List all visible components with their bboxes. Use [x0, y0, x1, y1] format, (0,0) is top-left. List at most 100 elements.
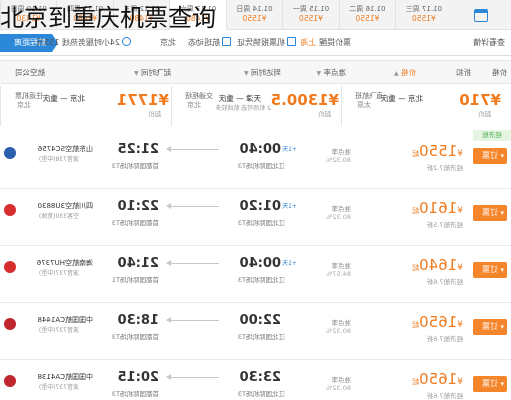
price-suffix: 起	[412, 378, 420, 386]
arrive-time: 23:30	[239, 370, 281, 385]
col-price[interactable]: 价格 ▲	[394, 67, 416, 80]
rec-tag2: 北京	[17, 101, 31, 109]
rec-panel[interactable]: 直飞航班 太原 北京 — 重庆 ¥710 起价	[341, 86, 511, 126]
book-button[interactable]: 订票	[473, 376, 507, 392]
date-cell[interactable]: 01.15 周一 ¥1550	[282, 0, 339, 30]
punctuality-value: 80.32%	[326, 384, 351, 392]
airline-name: 山东航空SC4756	[37, 145, 93, 153]
receipt-link[interactable]: 机票报销凭证	[237, 37, 296, 49]
hotline-label: 24小时服务热线 155元	[36, 38, 120, 47]
col-airline[interactable]: 航空公司	[15, 67, 45, 79]
rec-panel[interactable]: 往返机票 北京 北京 — 重庆 ¥1771 起价	[0, 86, 171, 126]
depart-time: 21:40	[117, 256, 159, 271]
rec-panel[interactable]: 交通枢纽 北京 天津 — 重庆 2 机场可选 航线较多 ¥1300.5 起价	[171, 86, 341, 126]
col-arrive[interactable]: 到达时间 ▼	[244, 67, 281, 80]
details-label: 查看详情	[473, 38, 505, 47]
date-cell[interactable]: 01.14 周日 ¥1550	[225, 0, 283, 30]
details-link[interactable]: 查看详情	[473, 37, 505, 49]
book-button[interactable]: 订票	[473, 319, 507, 335]
rec-price-label: 起价	[478, 110, 491, 118]
flight-price-value: 1550	[419, 142, 458, 160]
route-arrow-icon	[167, 320, 219, 321]
flight-row[interactable]: 中国国航CA4138 波音737(中型) 20:15 首都国际机场T3 23:30 江北国…	[0, 360, 511, 400]
fare-note: 经济舱7.2折	[426, 164, 463, 172]
date-price: ¥1550	[411, 14, 436, 23]
airline-logo-icon	[4, 147, 16, 159]
toolbar: 航程距离 24小时服务热线 155元 北京 航班动态 机票报销凭证 票价提醒 上…	[0, 32, 511, 56]
calendar-icon[interactable]	[452, 0, 511, 30]
route-arrow-icon	[167, 377, 219, 378]
route-arrow-icon	[167, 206, 219, 207]
date-price: ¥1550	[242, 14, 267, 23]
flight-price-value: 1650	[419, 370, 458, 388]
punctuality-label: 准点率	[331, 319, 352, 327]
book-button[interactable]: 订票	[473, 205, 507, 221]
flight-price: ¥1650起	[412, 370, 463, 391]
date-price: ¥1550	[355, 14, 380, 23]
flight-row[interactable]: 四川航空3U8830 空客330(宽体) 22:10 首都国际机场T3 01:20 江北国…	[0, 189, 511, 246]
flight-price-value: 1610	[419, 199, 458, 217]
flight-price-value: 1650	[419, 313, 458, 331]
punctuality-label: 准点率	[331, 376, 352, 384]
price-alert-label: 票价提醒	[319, 38, 351, 47]
flight-price: ¥1650起	[412, 313, 463, 334]
fare-note: 经济舱7.5折	[426, 221, 463, 229]
sort-icon: ▼	[133, 70, 139, 77]
col-depart-label: 起飞时间	[141, 68, 171, 77]
airline-logo-icon	[4, 261, 16, 273]
yen-sign: ¥	[457, 377, 463, 387]
next-day-badge: +1天	[282, 146, 297, 153]
route-arrow-icon	[167, 263, 219, 264]
aircraft-type: 波音737(中型)	[38, 384, 79, 391]
rec-tag: 交通枢纽	[185, 92, 213, 100]
fare-note: 经济舱7.6折	[426, 335, 463, 343]
price-alert-accent: 上海	[300, 38, 317, 47]
recommendations: 直飞航班 太原 北京 — 重庆 ¥710 起价 交通枢纽 北京 天津 — 重庆 …	[0, 86, 511, 126]
punctuality-value: 80.32%	[326, 213, 351, 221]
flight-status-link[interactable]: 航班动态	[188, 37, 231, 49]
city-link[interactable]: 北京	[160, 37, 176, 49]
depart-time: 20:15	[117, 370, 159, 385]
airline-name: 中国国航CA1448	[37, 316, 94, 324]
price-alert-link[interactable]: 票价提醒 上海	[300, 37, 351, 49]
col-sort[interactable]: 价格	[492, 67, 507, 79]
arrive-airport: 江北国际机场T3	[237, 333, 285, 341]
book-button[interactable]: 订票	[473, 148, 507, 164]
yen-sign: ¥	[457, 149, 463, 159]
col-depart[interactable]: 起飞时间 ▼	[134, 67, 171, 80]
depart-airport: 首都国际机场T1	[111, 276, 159, 284]
date-cell[interactable]: 01.17 周三 ¥1550	[395, 0, 452, 30]
date-label: 01.17 周三	[405, 5, 442, 13]
flight-status-label: 航班动态	[188, 38, 220, 47]
hotline-link[interactable]: 24小时服务热线 155元	[36, 37, 131, 49]
aircraft-type: 空客330(宽体)	[38, 213, 79, 220]
flight-row[interactable]: 山东航空SC4756 波音738(中型) 21:25 首都国际机场T3 00:40 江北国…	[0, 132, 511, 189]
date-label: 01.16 周二	[349, 5, 386, 13]
phone-icon	[122, 37, 131, 46]
flight-row[interactable]: 中国国航CA1448 波音737(中型) 18:30 首都国际机场T3 22:00 江北国…	[0, 303, 511, 360]
rec-price-label: 起价	[318, 110, 331, 118]
book-button[interactable]: 订票	[473, 262, 507, 278]
depart-time: 21:25	[117, 142, 159, 157]
col-discount[interactable]: 折扣	[456, 67, 471, 79]
arrive-airport: 江北国际机场T3	[237, 219, 285, 227]
col-punctuality-2[interactable]: 准点率 ▼	[316, 67, 346, 80]
page-title: 北京到重庆机票查询	[0, 4, 216, 32]
airline-logo-icon	[4, 318, 16, 330]
airline-name: 中国国航CA4138	[37, 373, 94, 381]
punctuality-label: 准点率	[331, 262, 352, 270]
price-suffix: 起	[412, 207, 420, 215]
flight-list: 山东航空SC4756 波音738(中型) 21:25 首都国际机场T3 00:40 江北国…	[0, 132, 511, 400]
date-cell[interactable]: 01.16 周二 ¥1550	[338, 0, 396, 30]
aircraft-type: 波音738(中型)	[38, 156, 79, 163]
arrive-time: 22:00	[239, 313, 281, 328]
flight-price: ¥1640起	[412, 256, 463, 277]
rec-route: 北京 — 重庆	[380, 94, 423, 103]
flight-row[interactable]: 海南航空HU7376 波音737(中型) 21:40 首都国际机场T1 00:40 江北国…	[0, 246, 511, 303]
aircraft-type: 波音737(中型)	[38, 327, 79, 334]
punctuality-label: 准点率	[331, 205, 352, 213]
next-day-badge: +1天	[282, 260, 297, 267]
date-price: ¥1550	[299, 14, 323, 23]
rec-price-label: 起价	[148, 110, 161, 118]
flight-search-page: 01.17 周三 ¥1550 01.16 周二 ¥1550 01.15 周一 ¥155…	[0, 0, 511, 400]
